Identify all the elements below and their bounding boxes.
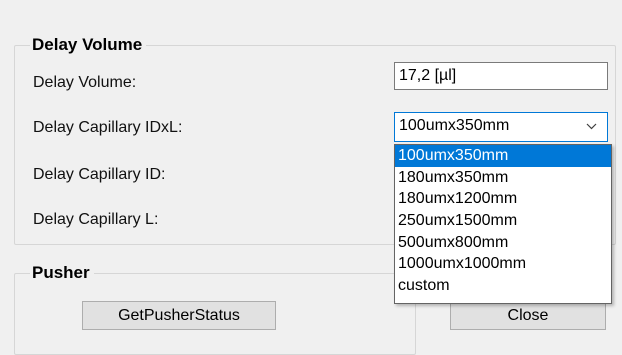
dropdown-option-500umx800mm[interactable]: 500umx800mm [395, 232, 611, 254]
dropdown-option-180umx1200mm[interactable]: 180umx1200mm [395, 188, 611, 210]
delay-capillary-idxl-label: Delay Capillary IDxL: [33, 119, 183, 136]
dropdown-option-custom[interactable]: custom [395, 275, 611, 297]
dropdown-option-180umx350mm[interactable]: 180umx350mm [395, 167, 611, 189]
pusher-group-title: Pusher [30, 263, 94, 283]
delay-capillary-id-label: Delay Capillary ID: [33, 166, 166, 183]
delay-volume-label: Delay Volume: [33, 74, 137, 91]
dropdown-option-1000umx1000mm[interactable]: 1000umx1000mm [395, 253, 611, 275]
get-pusher-status-button[interactable]: GetPusherStatus [82, 301, 276, 330]
delay-volume-field[interactable]: 17,2 [µl] [394, 62, 608, 90]
delay-capillary-idxl-combobox-value: 100umx350mm [399, 117, 510, 134]
chevron-down-icon[interactable] [586, 121, 597, 132]
delay-capillary-idxl-combobox[interactable]: 100umx350mm [394, 112, 608, 142]
delay-capillary-l-label: Delay Capillary L: [33, 211, 159, 228]
capillary-dropdown-list: 100umx350mm 180umx350mm 180umx1200mm 250… [394, 144, 612, 304]
delay-volume-group-title: Delay Volume [30, 35, 147, 55]
dropdown-option-250umx1500mm[interactable]: 250umx1500mm [395, 210, 611, 232]
close-button[interactable]: Close [450, 301, 606, 330]
dropdown-option-100umx350mm[interactable]: 100umx350mm [395, 145, 611, 167]
